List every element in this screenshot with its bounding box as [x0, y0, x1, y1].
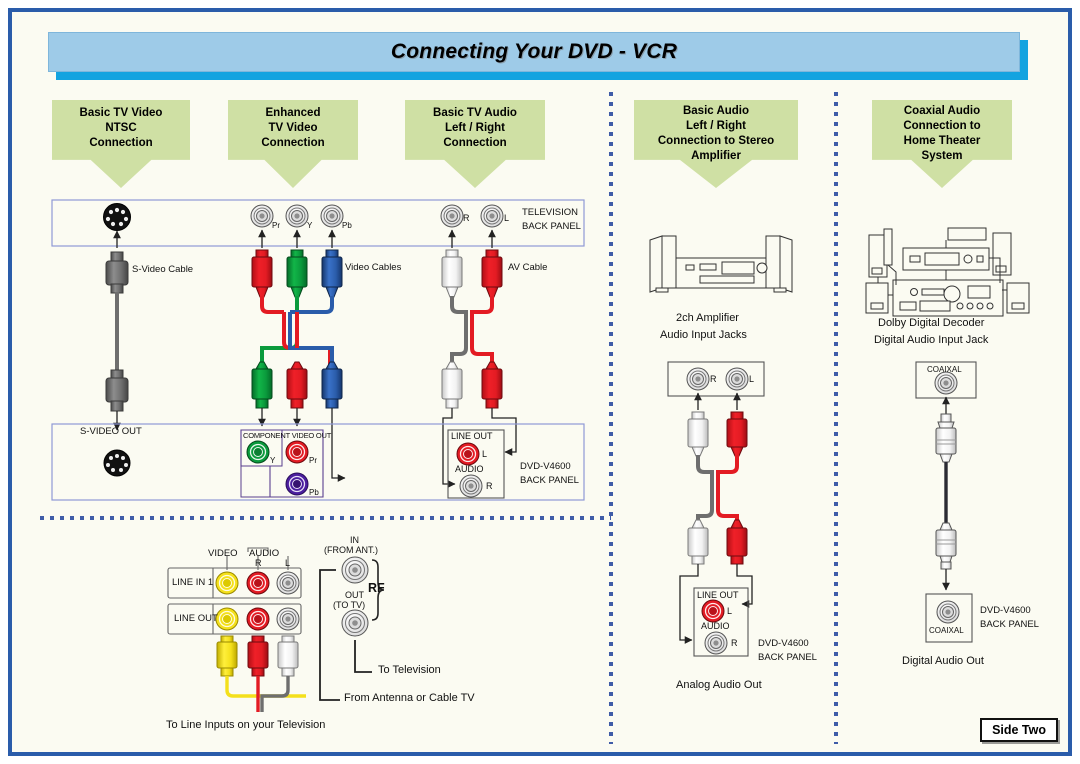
ht-panel-label-1: DVD-V4600 [980, 605, 1031, 616]
divider-right-vertical [834, 92, 838, 744]
ht-caption-1: Dolby Digital Decoder [878, 317, 985, 329]
note-line-inputs: To Line Inputs on your Television [166, 719, 326, 731]
amp-bottom-caption: Analog Audio Out [676, 679, 762, 691]
amp-dvd-audio-title: AUDIO [701, 621, 730, 631]
divider-horizontal [40, 516, 611, 520]
amp-dvd-line-out-title: LINE OUT [697, 590, 739, 600]
diagram-page: Connecting Your DVD - VCR Basic TV Video… [0, 0, 1080, 764]
header-line: Left / Right [444, 122, 506, 134]
vcr-line-out-label: LINE OUT [174, 613, 218, 624]
header-line: Home Theater [903, 135, 981, 147]
title-banner: Connecting Your DVD - VCR [48, 32, 1020, 72]
dvd-component-label-y: Y [270, 456, 276, 465]
av-cable-label: AV Cable [508, 262, 548, 273]
header-line: Connection [443, 137, 507, 149]
dvd-component-label-pb: Pb [309, 488, 319, 497]
vcr-line-in-1-label: LINE IN 1 [172, 577, 214, 588]
tv-jack-label-y: Y [307, 221, 313, 230]
amp-dvd-audio-label-l: L [727, 606, 733, 616]
header-line: Basic Audio [682, 105, 750, 117]
side-two-badge: Side Two [980, 718, 1058, 742]
amp-caption-1: 2ch Amplifier [676, 312, 739, 324]
vcr-audio-label: AUDIO [249, 548, 280, 559]
tv-jack-label-pb: Pb [342, 221, 352, 230]
header-line: Connection [261, 137, 325, 149]
header-line: Left / Right [685, 120, 747, 132]
header-line: Enhanced [265, 107, 321, 119]
header-line: Connection [89, 137, 153, 149]
coax-out-label: COAIXAL [929, 626, 964, 635]
note-to-television: To Television [378, 664, 441, 676]
tv-jack-label-pr: Pr [272, 221, 280, 230]
rf-out-label-2: (TO TV) [333, 600, 366, 610]
svideo-cable-label: S-Video Cable [132, 264, 194, 275]
vcr-video-label: VIDEO [208, 548, 238, 559]
header-line: Basic TV Video [79, 107, 163, 119]
dvd-audio-label-l: L [482, 449, 488, 459]
header-line: TV Video [268, 122, 318, 134]
page-title: Connecting Your DVD - VCR [390, 40, 678, 63]
ht-caption-2: Digital Audio Input Jack [874, 334, 989, 346]
header-line: NTSC [105, 122, 137, 134]
note-from-antenna: From Antenna or Cable TV [344, 692, 475, 704]
television-panel-label-1: TELEVISION [522, 207, 578, 218]
amp-caption-2: Audio Input Jacks [660, 329, 747, 341]
coax-in-label: COAIXAL [927, 365, 962, 374]
dvd-panel-label-1: DVD-V4600 [520, 461, 571, 472]
dvd-component-label-pr: Pr [309, 456, 317, 465]
header-line: Connection to [903, 120, 981, 132]
dvd-panel-label-2: BACK PANEL [520, 475, 579, 486]
amp-panel-label-2: BACK PANEL [758, 652, 817, 663]
header-line: Coaxial Audio [903, 105, 981, 117]
ht-panel-label-2: BACK PANEL [980, 619, 1039, 630]
amp-input-label-r: R [710, 374, 717, 384]
amp-panel-label-1: DVD-V4600 [758, 638, 809, 649]
dvd-line-out-title: LINE OUT [451, 431, 493, 441]
rf-label: RF [368, 581, 385, 595]
rf-out-label-1: OUT [345, 590, 364, 600]
amp-dvd-audio-label-r: R [731, 638, 738, 648]
dvd-svideo-out-label: S-VIDEO OUT [80, 426, 142, 437]
header-line: Connection to Stereo [657, 135, 775, 147]
dvd-component-title: COMPONENT VIDEO OUT [243, 431, 332, 440]
rf-in-label-2: (FROM ANT.) [324, 545, 378, 555]
video-cables-label: Video Cables [345, 262, 402, 273]
divider-left-vertical [609, 92, 613, 744]
amp-input-label-l: L [749, 374, 755, 384]
ht-bottom-caption: Digital Audio Out [902, 655, 984, 667]
rf-in-label-1: IN [350, 535, 359, 545]
dvd-audio-label-r: R [486, 481, 493, 491]
tv-jack-label-l: L [504, 213, 510, 223]
header-line: Basic TV Audio [433, 107, 517, 119]
television-panel-label-2: BACK PANEL [522, 221, 581, 232]
vcr-audio-r-label: R [255, 558, 262, 568]
dvd-audio-title: AUDIO [455, 464, 484, 474]
vcr-audio-l-label: L [285, 558, 291, 568]
tv-jack-label-r: R [463, 213, 470, 223]
